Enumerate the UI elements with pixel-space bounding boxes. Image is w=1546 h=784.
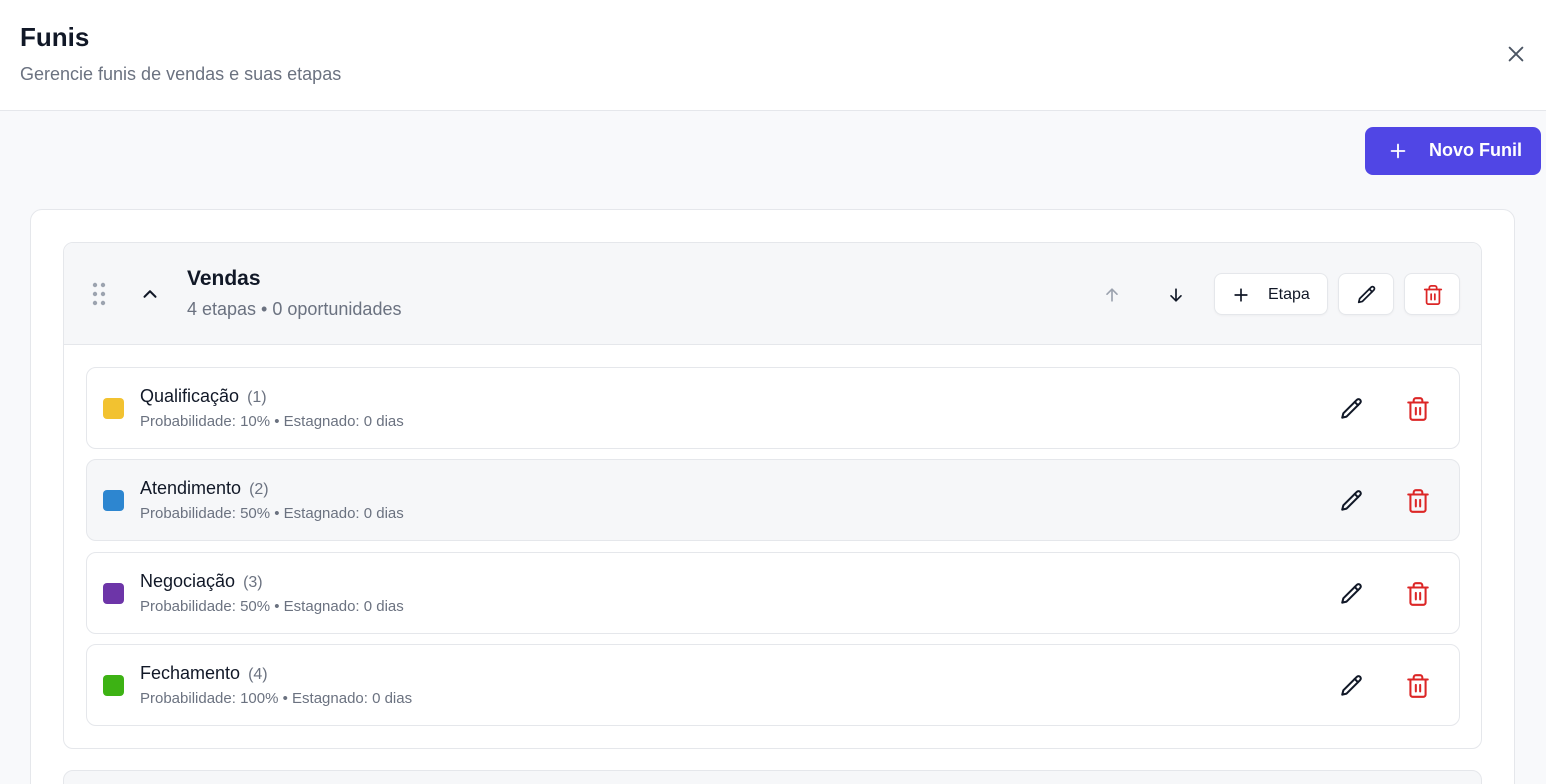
- pencil-icon[interactable]: [1339, 581, 1365, 607]
- stage-details: Probabilidade: 50% • Estagnado: 0 dias: [140, 598, 404, 615]
- stage-color-swatch: [103, 675, 124, 696]
- trash-icon[interactable]: [1405, 581, 1431, 607]
- new-funnel-label: Novo Funil: [1429, 140, 1522, 160]
- trash-icon: [1423, 284, 1443, 306]
- plus-icon: [1390, 143, 1406, 159]
- pencil-icon[interactable]: [1339, 488, 1365, 514]
- stage-title: Fechamento (4): [140, 663, 268, 684]
- delete-funnel-button[interactable]: [1404, 273, 1460, 315]
- dialog-header: Funis Gerencie funis de vendas e suas et…: [0, 0, 1546, 111]
- funnel-name: Vendas: [187, 267, 261, 290]
- move-down-button[interactable]: [1160, 279, 1192, 311]
- stage-row: Qualificação (1) Probabilidade: 10% • Est…: [86, 367, 1460, 449]
- stage-title: Atendimento (2): [140, 478, 269, 499]
- stage-details: Probabilidade: 100% • Estagnado: 0 dias: [140, 690, 413, 707]
- stage-color-swatch: [103, 398, 124, 419]
- trash-icon[interactable]: [1405, 673, 1431, 699]
- stage-row: Fechamento (4) Probabilidade: 100% • Esta…: [86, 644, 1460, 726]
- add-stage-label: Etapa: [1268, 286, 1310, 303]
- arrow-down-icon: [1170, 288, 1182, 302]
- funnel-card: Vendas 4 etapas • 0 oportunidades Etapa …: [63, 242, 1482, 749]
- page-title: Funis: [20, 22, 90, 52]
- close-button[interactable]: [1500, 38, 1532, 70]
- edit-funnel-button[interactable]: [1338, 273, 1394, 315]
- stage-count: (4): [248, 666, 268, 683]
- stage-row: Negociação (3) Probabilidade: 50% • Estag…: [86, 552, 1460, 634]
- stage-name: Fechamento: [140, 663, 241, 683]
- stage-count: (2): [249, 481, 269, 498]
- funnel-header: Vendas 4 etapas • 0 oportunidades Etapa: [64, 243, 1481, 345]
- pencil-icon[interactable]: [1339, 396, 1365, 422]
- arrow-up-icon: [1106, 288, 1118, 302]
- funnel-meta: 4 etapas • 0 oportunidades: [187, 299, 402, 319]
- close-icon: [1508, 46, 1524, 62]
- add-stage-button[interactable]: Etapa: [1214, 273, 1328, 315]
- stage-details: Probabilidade: 50% • Estagnado: 0 dias: [140, 505, 404, 522]
- move-up-button[interactable]: [1096, 279, 1128, 311]
- stage-title: Negociação (3): [140, 571, 263, 592]
- stage-name: Atendimento: [140, 478, 242, 498]
- funnel-card-next: [63, 770, 1482, 784]
- stage-count: (1): [247, 389, 267, 406]
- trash-icon[interactable]: [1405, 488, 1431, 514]
- stage-color-swatch: [103, 583, 124, 604]
- pencil-icon: [1357, 285, 1376, 304]
- plus-icon: [1234, 288, 1248, 302]
- page-subtitle: Gerencie funis de vendas e suas etapas: [20, 64, 342, 84]
- pencil-icon[interactable]: [1339, 673, 1365, 699]
- stage-name: Negociação: [140, 571, 236, 591]
- stage-color-swatch: [103, 490, 124, 511]
- drag-handle-icon[interactable]: [90, 281, 108, 307]
- stage-count: (3): [243, 574, 263, 591]
- trash-icon[interactable]: [1405, 396, 1431, 422]
- stage-details: Probabilidade: 10% • Estagnado: 0 dias: [140, 413, 404, 430]
- chevron-up-icon[interactable]: [139, 283, 161, 305]
- stage-row: Atendimento (2) Probabilidade: 50% • Esta…: [86, 459, 1460, 541]
- stage-name: Qualificação: [140, 386, 240, 406]
- new-funnel-button[interactable]: Novo Funil: [1365, 127, 1541, 175]
- stage-title: Qualificação (1): [140, 386, 267, 407]
